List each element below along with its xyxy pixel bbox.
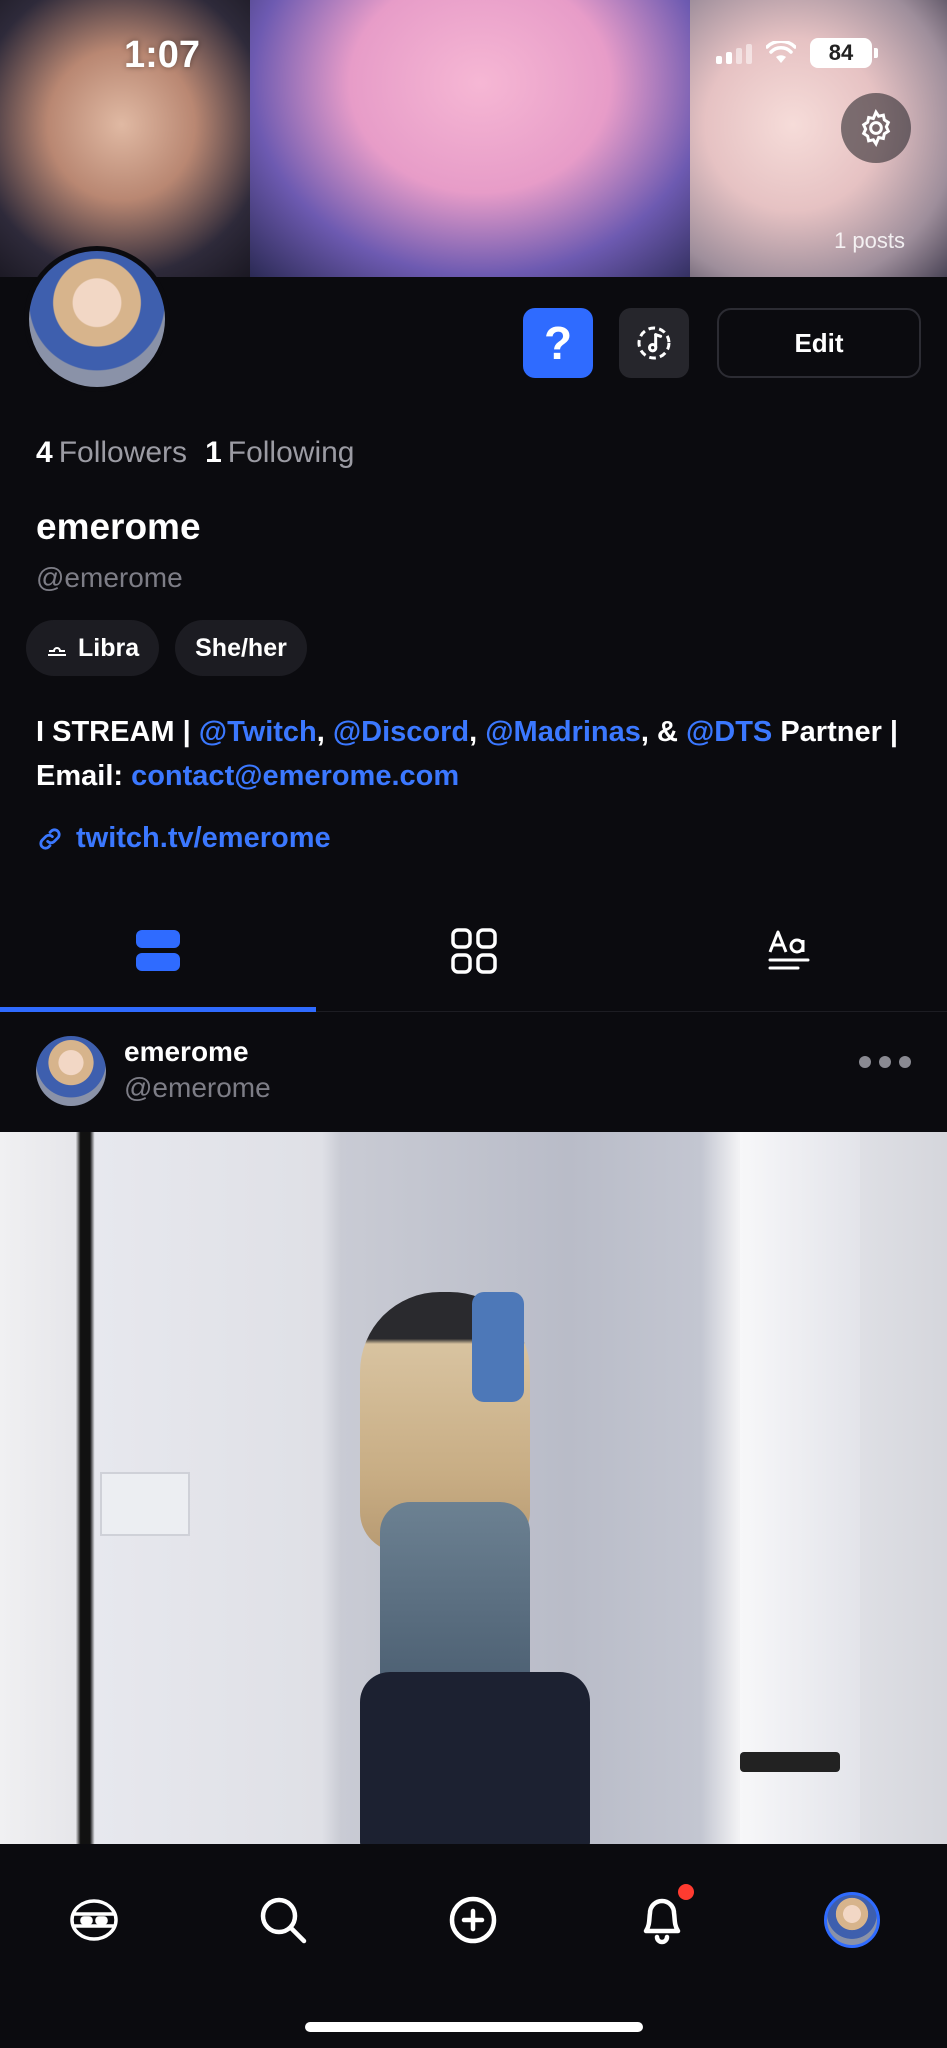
following-label: Following xyxy=(227,436,355,469)
add-post-icon xyxy=(449,1896,497,1944)
bio-text: , & xyxy=(640,716,686,748)
tab-text[interactable] xyxy=(631,890,947,1011)
zodiac-chip[interactable]: Libra xyxy=(26,620,160,676)
post-author-name[interactable]: emerome xyxy=(124,1036,249,1068)
profile-handle: @emerome xyxy=(36,562,183,593)
profile-tabs xyxy=(0,890,947,1012)
display-name: emerome xyxy=(36,506,201,547)
notification-badge xyxy=(678,1884,694,1900)
gear-icon xyxy=(861,109,891,147)
music-disc-icon xyxy=(637,326,671,360)
grid-view-icon xyxy=(450,927,497,974)
photo-light-switch xyxy=(100,1472,190,1536)
photo-door-handle xyxy=(740,1752,840,1772)
nav-home[interactable] xyxy=(54,1880,134,1960)
home-brain-icon xyxy=(70,1899,118,1941)
text-posts-icon xyxy=(768,930,810,969)
mention-link-twitch[interactable]: @Twitch xyxy=(199,716,317,748)
bio-text: , xyxy=(316,716,333,748)
followers-count: 4 xyxy=(36,436,53,469)
followers-label: Followers xyxy=(58,436,188,469)
profile-chips: Libra She/her xyxy=(26,620,307,676)
home-indicator xyxy=(305,2022,643,2032)
bottom-navigation xyxy=(0,1844,947,2048)
bio-text: , xyxy=(469,716,486,748)
profile-website-link[interactable]: twitch.tv/emerome xyxy=(36,822,331,855)
link-icon xyxy=(39,827,61,850)
search-icon xyxy=(260,1897,307,1944)
edit-profile-button[interactable]: Edit xyxy=(717,308,921,378)
following-count: 1 xyxy=(205,436,222,469)
profile-avatar[interactable] xyxy=(24,246,170,392)
banner-image-center xyxy=(250,0,710,277)
post-author-avatar[interactable] xyxy=(36,1036,106,1106)
dot xyxy=(859,1056,871,1068)
dot xyxy=(879,1056,891,1068)
help-button[interactable]: ? xyxy=(523,308,593,378)
pronouns-chip[interactable]: She/her xyxy=(175,620,307,676)
dot xyxy=(899,1056,911,1068)
bio-text: Partner | xyxy=(772,716,899,748)
zodiac-chip-label: Libra xyxy=(78,633,140,662)
mention-link-discord[interactable]: @Discord xyxy=(333,716,469,748)
mention-link-dts[interactable]: @DTS xyxy=(686,716,772,748)
follow-stats: 4 Followers 1 Following xyxy=(36,436,354,470)
tab-grid[interactable] xyxy=(316,890,632,1011)
pronouns-chip-label: She/her xyxy=(195,633,287,662)
photo-door xyxy=(740,1132,860,1844)
nav-create[interactable] xyxy=(433,1880,513,1960)
email-label: Email: xyxy=(36,760,132,792)
email-link[interactable]: contact@emerome.com xyxy=(131,760,459,792)
list-view-icon xyxy=(135,929,180,971)
photo-phone xyxy=(472,1292,524,1402)
photo-person-skirt xyxy=(360,1672,590,1844)
post-header: emerome @emerome xyxy=(0,1012,947,1132)
tab-posts-list[interactable] xyxy=(0,890,316,1012)
battery-indicator: 84 xyxy=(810,38,878,68)
post-author-handle: @emerome xyxy=(124,1072,271,1103)
nav-profile[interactable] xyxy=(812,1880,892,1960)
profile-bio: I STREAM | @Twitch, @Discord, @Madrinas,… xyxy=(36,710,916,798)
status-icons: 84 xyxy=(716,38,878,68)
posts-count: 1 posts xyxy=(834,228,905,253)
settings-button[interactable] xyxy=(841,93,911,163)
wifi-icon xyxy=(766,41,796,63)
bio-text: I STREAM | xyxy=(36,716,199,748)
following-link[interactable]: 1 Following xyxy=(205,436,354,470)
bell-icon xyxy=(643,1898,681,1945)
profile-banner: 1:07 84 1 posts xyxy=(0,0,947,277)
nav-profile-avatar xyxy=(824,1892,880,1948)
nav-search[interactable] xyxy=(243,1880,323,1960)
libra-icon xyxy=(48,647,66,656)
post-more-button[interactable] xyxy=(859,1056,911,1068)
post-photo[interactable] xyxy=(0,1132,947,1844)
status-time: 1:07 xyxy=(124,34,201,76)
profile-music-button[interactable] xyxy=(619,308,689,378)
nav-notifications[interactable] xyxy=(622,1880,702,1960)
website-link-label: twitch.tv/emerome xyxy=(76,822,331,854)
followers-link[interactable]: 4 Followers xyxy=(36,436,187,470)
mention-link-madrinas[interactable]: @Madrinas xyxy=(485,716,641,748)
cellular-signal-icon xyxy=(716,42,752,64)
